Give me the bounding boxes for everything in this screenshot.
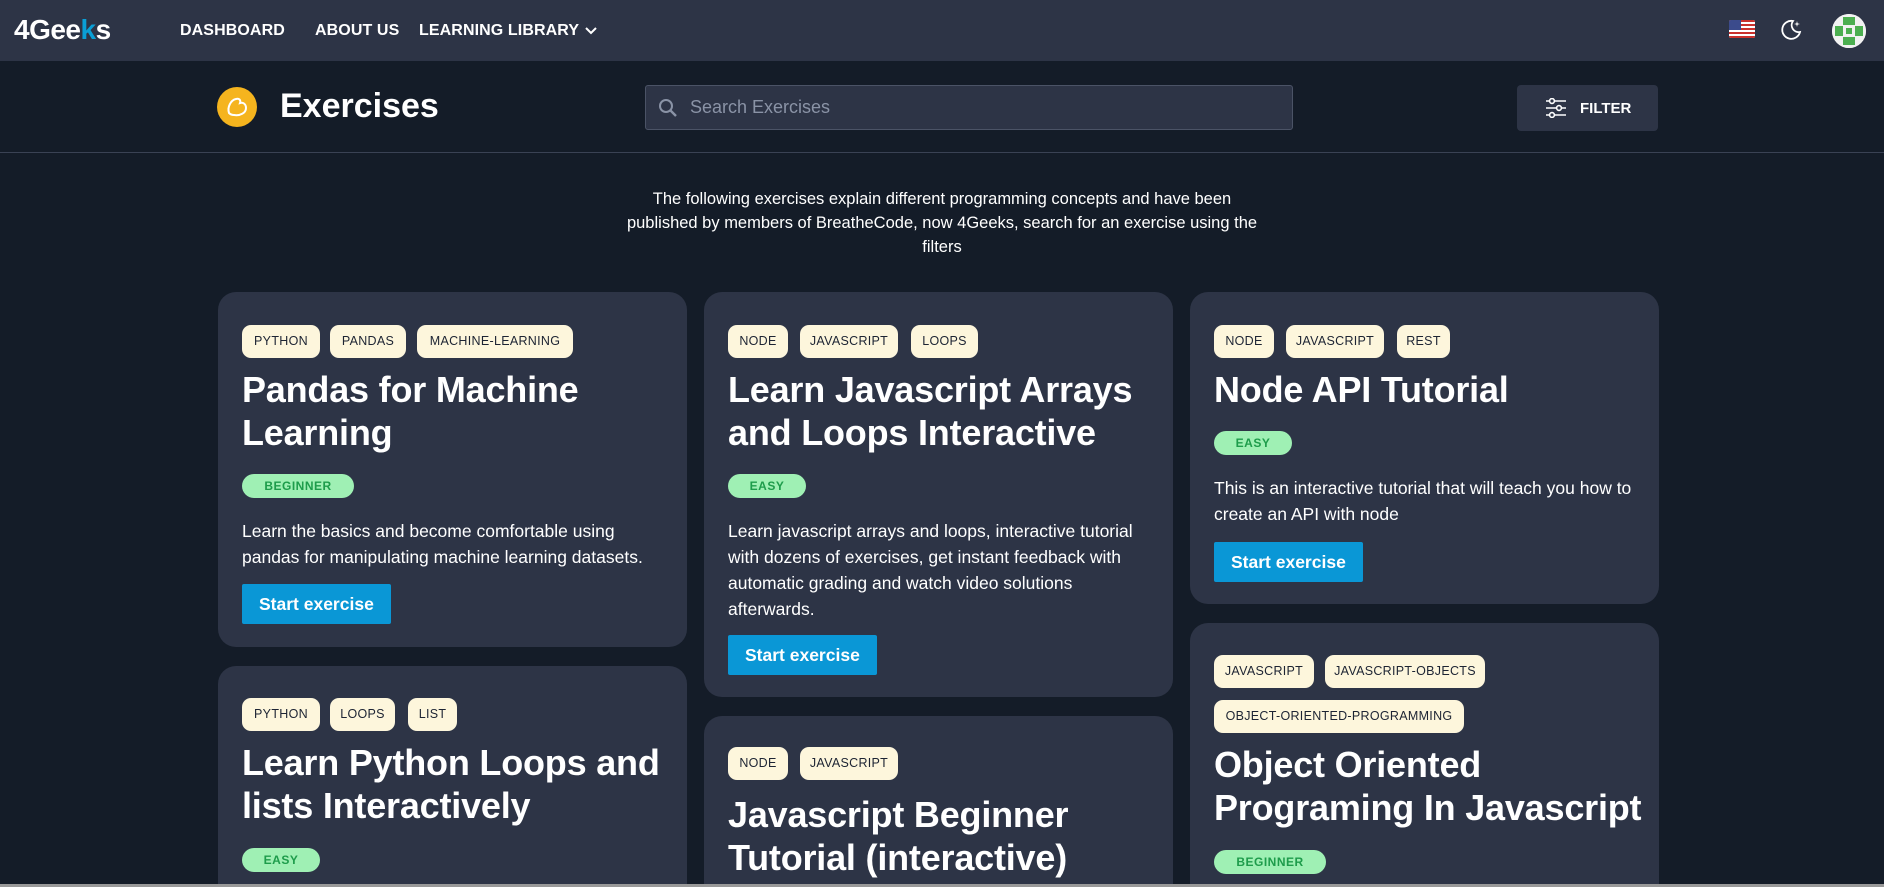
nav-learning-library-label: LEARNING LIBRARY: [419, 22, 580, 40]
nav-dashboard[interactable]: DASHBOARD: [180, 22, 285, 40]
card-title-line: Javascript Beginner: [728, 794, 1069, 835]
difficulty-badge: BEGINNER: [242, 474, 354, 498]
difficulty-badge: EASY: [728, 474, 806, 498]
card-title[interactable]: Learn Javascript Arrays and Loops Intera…: [728, 368, 1133, 454]
tag[interactable]: MACHINE-LEARNING: [417, 325, 573, 358]
tag[interactable]: JAVASCRIPT: [1214, 655, 1314, 688]
card-title-line: Pandas for Machine: [242, 369, 579, 410]
tag[interactable]: LOOPS: [330, 698, 395, 731]
exercise-icon: [217, 87, 257, 127]
tag[interactable]: OBJECT-ORIENTED-PROGRAMMING: [1214, 700, 1464, 733]
exercise-card: PYTHON PANDAS MACHINE-LEARNING Pandas fo…: [218, 292, 687, 647]
start-exercise-button[interactable]: Start exercise: [728, 635, 877, 675]
logo-text-end: s: [95, 14, 112, 45]
card-title[interactable]: Pandas for Machine Learning: [242, 368, 579, 454]
search-box: [645, 85, 1293, 130]
tag[interactable]: PYTHON: [242, 698, 320, 731]
tag[interactable]: JAVASCRIPT: [1286, 325, 1384, 358]
card-title-line: Programing In Javascript: [1214, 787, 1642, 828]
card-description: Learn the basics and become comfortable …: [242, 521, 643, 567]
card-title-line: Node API Tutorial: [1214, 369, 1509, 410]
exercise-card: PYTHON LOOPS LIST Learn Python Loops and…: [218, 666, 687, 887]
difficulty-badge: BEGINNER: [1214, 850, 1326, 874]
filter-label: FILTER: [1580, 100, 1632, 117]
exercise-card: JAVASCRIPT JAVASCRIPT-OBJECTS OBJECT-ORI…: [1190, 623, 1659, 887]
card-title-line: and Loops Interactive: [728, 412, 1096, 453]
nav-learning-library[interactable]: LEARNING LIBRARY: [419, 22, 597, 40]
exercise-card: NODE JAVASCRIPT Javascript Beginner Tuto…: [704, 716, 1173, 887]
top-navbar: 4Geeks DASHBOARD ABOUT US LEARNING LIBRA…: [0, 0, 1884, 61]
chevron-down-icon: [585, 22, 597, 40]
logo[interactable]: 4Geeks: [14, 14, 111, 46]
exercise-card: NODE JAVASCRIPT LOOPS Learn Javascript A…: [704, 292, 1173, 697]
card-title-line: Learn Python Loops and: [242, 742, 660, 783]
start-exercise-button[interactable]: Start exercise: [242, 584, 391, 624]
card-description: This is an interactive tutorial that wil…: [1214, 478, 1632, 524]
filter-icon: [1546, 98, 1566, 118]
search-icon: [659, 99, 677, 117]
tag[interactable]: JAVASCRIPT: [800, 325, 898, 358]
us-flag-icon[interactable]: [1729, 20, 1755, 38]
card-title-line: Object Oriented: [1214, 744, 1482, 785]
card-title[interactable]: Learn Python Loops and lists Interactive…: [242, 741, 660, 827]
tag[interactable]: LOOPS: [911, 325, 978, 358]
tag[interactable]: NODE: [728, 325, 788, 358]
nav-about-us[interactable]: ABOUT US: [315, 22, 399, 40]
tag[interactable]: NODE: [1214, 325, 1274, 358]
start-exercise-button[interactable]: Start exercise: [1214, 542, 1363, 582]
tag[interactable]: JAVASCRIPT-OBJECTS: [1325, 655, 1485, 688]
tag[interactable]: REST: [1397, 325, 1450, 358]
card-title-line: lists Interactively: [242, 785, 531, 826]
difficulty-badge: EASY: [242, 848, 320, 872]
tag[interactable]: NODE: [728, 747, 788, 780]
page-title: Exercises: [280, 87, 439, 125]
exercise-card: NODE JAVASCRIPT REST Node API Tutorial E…: [1190, 292, 1659, 604]
tag[interactable]: JAVASCRIPT: [800, 747, 898, 780]
card-title[interactable]: Javascript Beginner Tutorial (interactiv…: [728, 793, 1069, 879]
card-title-line: Learn Javascript Arrays: [728, 369, 1133, 410]
logo-text: 4Gee: [14, 14, 81, 45]
card-title-line: Tutorial (interactive): [728, 837, 1067, 878]
tag[interactable]: PYTHON: [242, 325, 320, 358]
filter-button[interactable]: FILTER: [1517, 85, 1658, 131]
tag[interactable]: PANDAS: [330, 325, 406, 358]
search-input[interactable]: [690, 86, 1280, 129]
exercises-header: Exercises FILTER: [0, 61, 1884, 153]
dark-mode-icon[interactable]: [1779, 18, 1803, 42]
logo-accent: k: [80, 14, 97, 45]
tag[interactable]: LIST: [408, 698, 457, 731]
card-title-line: Learning: [242, 412, 393, 453]
card-title[interactable]: Node API Tutorial: [1214, 368, 1509, 411]
intro-text: The following exercises explain differen…: [626, 190, 1258, 256]
avatar[interactable]: [1832, 14, 1866, 48]
difficulty-badge: EASY: [1214, 431, 1292, 455]
card-description: Learn javascript arrays and loops, inter…: [728, 521, 1133, 619]
card-title[interactable]: Object Oriented Programing In Javascript: [1214, 743, 1642, 829]
